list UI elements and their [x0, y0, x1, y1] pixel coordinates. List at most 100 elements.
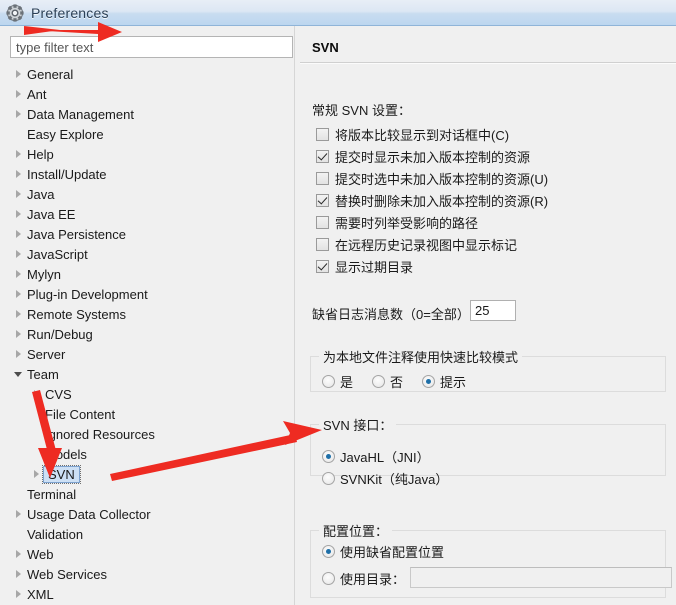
sidebar-item-mylyn[interactable]: Mylyn: [5, 264, 294, 284]
svn-interface-option-svnkit[interactable]: SVNKit（纯Java）: [322, 469, 448, 487]
checkbox-indicator[interactable]: [316, 237, 329, 251]
sidebar-item-label: Remote Systems: [27, 306, 126, 322]
checkbox-indicator[interactable]: [316, 193, 329, 207]
sidebar-item-data-management[interactable]: Data Management: [5, 104, 294, 124]
checkbox-indicator[interactable]: [316, 215, 329, 229]
chevron-right-icon[interactable]: [11, 64, 25, 84]
sidebar-item-web[interactable]: Web: [5, 544, 294, 564]
sidebar-item-run-debug[interactable]: Run/Debug: [5, 324, 294, 344]
sidebar-item-java-ee[interactable]: Java EE: [5, 204, 294, 224]
sidebar-item-java[interactable]: Java: [5, 184, 294, 204]
checkbox-row-3[interactable]: 提交时选中未加入版本控制的资源(U): [316, 169, 548, 187]
chevron-right-icon[interactable]: [11, 184, 25, 204]
checkbox-label: 在远程历史记录视图中显示标记: [335, 237, 518, 253]
checkbox-row-7[interactable]: 显示过期目录: [316, 257, 413, 275]
sidebar-item-web-services[interactable]: Web Services: [5, 564, 294, 584]
sidebar-item-ant[interactable]: Ant: [5, 84, 294, 104]
chevron-right-icon[interactable]: [11, 264, 25, 284]
sidebar-item-javascript[interactable]: JavaScript: [5, 244, 294, 264]
radio-indicator: [322, 449, 335, 463]
checkbox-label: 将版本比较显示到对话框中(C): [335, 127, 510, 143]
sidebar-item-cvs[interactable]: CVS: [5, 384, 294, 404]
window-title: Preferences: [31, 4, 109, 21]
sidebar-item-team[interactable]: Team: [5, 364, 294, 384]
checkbox-label: 显示过期目录: [335, 259, 414, 275]
sidebar-item-install-update[interactable]: Install/Update: [5, 164, 294, 184]
sidebar-item-xml[interactable]: XML: [5, 584, 294, 604]
sidebar-item-file-content[interactable]: File Content: [5, 404, 294, 424]
checkbox-row-2[interactable]: 提交时显示未加入版本控制的资源: [316, 147, 530, 165]
chevron-right-icon[interactable]: [11, 224, 25, 244]
sidebar-item-label: SVN: [42, 464, 81, 484]
chevron-right-icon[interactable]: [11, 544, 25, 564]
svn-interface-option-javahl[interactable]: JavaHL（JNI）: [322, 447, 430, 465]
sidebar-item-label: Java EE: [27, 206, 76, 222]
chevron-right-icon[interactable]: [29, 464, 43, 484]
sidebar-item-label: Ant: [27, 86, 47, 102]
sidebar-item-label: Plug-in Development: [27, 286, 148, 302]
chevron-right-icon[interactable]: [11, 324, 25, 344]
config-location-option-directory[interactable]: 使用目录：: [322, 569, 405, 587]
checkbox-row-6[interactable]: 在远程历史记录视图中显示标记: [316, 235, 517, 253]
sidebar-item-general[interactable]: General: [5, 64, 294, 84]
config-location-option-default[interactable]: 使用缺省配置位置: [322, 542, 444, 560]
chevron-right-icon[interactable]: [29, 384, 43, 404]
chevron-right-icon[interactable]: [11, 164, 25, 184]
sidebar-item-java-persistence[interactable]: Java Persistence: [5, 224, 294, 244]
sidebar-item-label: Run/Debug: [27, 326, 93, 342]
sidebar-item-label: JavaScript: [27, 246, 88, 262]
svn-preference-page: SVN 常规 SVN 设置： 将版本比较显示到对话框中(C) 提交时显示未加入版本…: [300, 26, 676, 605]
quick-compare-option-no[interactable]: 否: [372, 372, 403, 390]
quick-compare-option-prompt[interactable]: 提示: [422, 372, 466, 390]
checkbox-indicator[interactable]: [316, 259, 329, 273]
chevron-right-icon[interactable]: [11, 144, 25, 164]
checkbox-indicator[interactable]: [316, 149, 329, 163]
sidebar-item-label: Data Management: [27, 106, 134, 122]
chevron-right-icon[interactable]: [11, 564, 25, 584]
chevron-right-icon[interactable]: [11, 504, 25, 524]
chevron-right-icon[interactable]: [11, 244, 25, 264]
quick-compare-legend: 为本地文件注释使用快速比较模式: [319, 347, 523, 366]
sidebar-item-plug-in-development[interactable]: Plug-in Development: [5, 284, 294, 304]
sidebar-item-validation[interactable]: Validation: [5, 524, 294, 544]
gear-icon: [6, 3, 24, 22]
chevron-right-icon[interactable]: [11, 304, 25, 324]
sidebar-item-models[interactable]: Models: [5, 444, 294, 464]
preferences-tree[interactable]: General Ant Data Management Easy Explore Hel…: [5, 64, 294, 605]
svn-interface-legend: SVN 接口：: [319, 415, 397, 434]
quick-compare-option-yes[interactable]: 是: [322, 372, 353, 390]
filter-input[interactable]: [10, 36, 293, 58]
checkbox-indicator[interactable]: [316, 171, 329, 185]
radio-indicator: [322, 374, 335, 388]
config-directory-input[interactable]: [410, 567, 672, 588]
window-titlebar: Preferences: [0, 0, 676, 26]
chevron-right-icon[interactable]: [11, 344, 25, 364]
preferences-dialog: Preferences General Ant Data Management Eas…: [0, 0, 676, 605]
option-label: 是: [340, 374, 354, 390]
sidebar-item-easy-explore[interactable]: Easy Explore: [5, 124, 294, 144]
sidebar-item-label: Mylyn: [27, 266, 61, 282]
chevron-right-icon[interactable]: [11, 104, 25, 124]
checkbox-row-4[interactable]: 替换时删除未加入版本控制的资源(R): [316, 191, 548, 209]
checkbox-row-1[interactable]: 将版本比较显示到对话框中(C): [316, 125, 509, 143]
sidebar-item-svn[interactable]: SVN: [5, 464, 294, 484]
chevron-right-icon[interactable]: [11, 204, 25, 224]
sidebar-item-ignored-resources[interactable]: Ignored Resources: [5, 424, 294, 444]
checkbox-row-5[interactable]: 需要时列举受影响的路径: [316, 213, 478, 231]
chevron-right-icon[interactable]: [11, 284, 25, 304]
sidebar-item-help[interactable]: Help: [5, 144, 294, 164]
checkbox-indicator[interactable]: [316, 127, 329, 141]
sidebar-item-label: Java Persistence: [27, 226, 126, 242]
sidebar-item-usage-data-collector[interactable]: Usage Data Collector: [5, 504, 294, 524]
chevron-right-icon[interactable]: [11, 584, 25, 604]
log-messages-input[interactable]: [470, 300, 516, 321]
chevron-down-icon[interactable]: [11, 364, 25, 384]
sidebar-item-server[interactable]: Server: [5, 344, 294, 364]
option-label: 使用缺省配置位置: [340, 544, 445, 560]
sidebar-item-remote-systems[interactable]: Remote Systems: [5, 304, 294, 324]
sidebar-item-label: XML: [27, 586, 54, 602]
sidebar-item-label: Terminal: [27, 486, 77, 502]
sidebar-item-terminal[interactable]: Terminal: [5, 484, 294, 504]
chevron-right-icon[interactable]: [11, 84, 25, 104]
